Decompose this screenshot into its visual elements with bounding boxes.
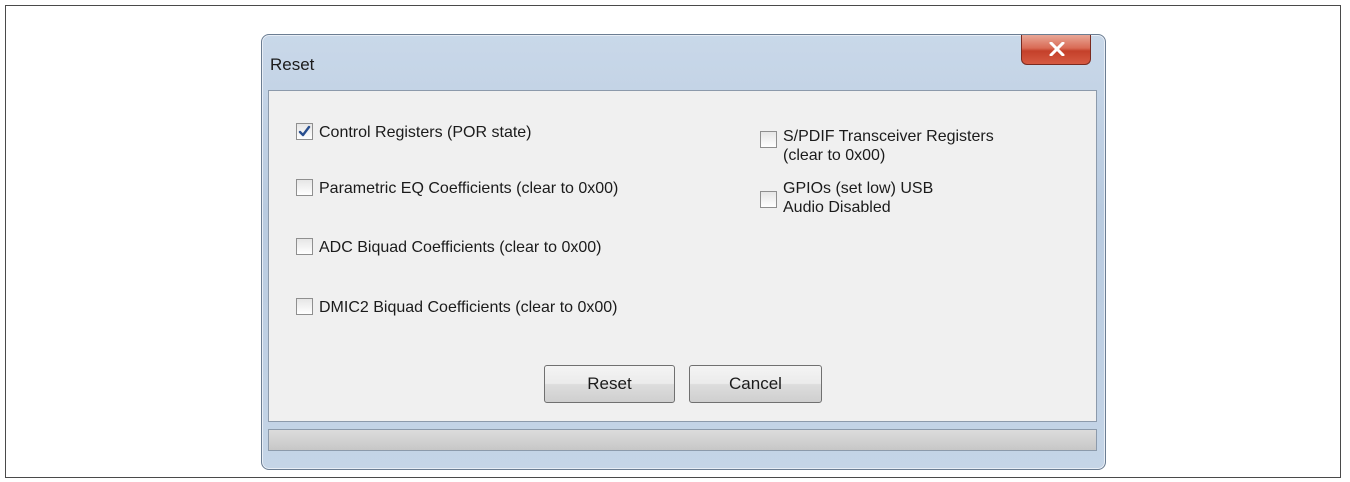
- spdif-label-line2: (clear to 0x00): [783, 147, 886, 164]
- dmic2-biquad-checkbox[interactable]: [296, 298, 313, 315]
- reset-dialog: Reset Control Registers (POR state) Para…: [261, 34, 1106, 470]
- gpios-label: GPIOs (set low) USB Audio Disabled: [783, 179, 933, 217]
- spdif-label-line1: S/PDIF Transceiver Registers: [783, 128, 994, 145]
- spdif-registers-checkbox[interactable]: [760, 131, 777, 148]
- spdif-registers-label: S/PDIF Transceiver Registers (clear to 0…: [783, 127, 994, 165]
- parametric-eq-option[interactable]: Parametric EQ Coefficients (clear to 0x0…: [296, 179, 618, 199]
- gpios-label-line1: GPIOs (set low) USB: [783, 180, 934, 197]
- dialog-client-area: Control Registers (POR state) Parametric…: [268, 90, 1097, 422]
- reset-button[interactable]: Reset: [544, 365, 675, 403]
- dmic2-biquad-option[interactable]: DMIC2 Biquad Coefficients (clear to 0x00…: [296, 298, 618, 318]
- close-icon: [1049, 42, 1065, 56]
- close-button[interactable]: [1021, 35, 1091, 65]
- dialog-title: Reset: [270, 55, 315, 74]
- gpios-checkbox[interactable]: [760, 191, 777, 208]
- control-registers-option[interactable]: Control Registers (POR state): [296, 123, 532, 143]
- control-registers-label: Control Registers (POR state): [319, 124, 532, 141]
- adc-biquad-label: ADC Biquad Coefficients (clear to 0x00): [319, 239, 602, 256]
- gpios-option[interactable]: GPIOs (set low) USB Audio Disabled: [760, 179, 933, 217]
- adc-biquad-option[interactable]: ADC Biquad Coefficients (clear to 0x00): [296, 238, 602, 258]
- figure-frame: Reset Control Registers (POR state) Para…: [5, 5, 1341, 478]
- spdif-registers-option[interactable]: S/PDIF Transceiver Registers (clear to 0…: [760, 127, 994, 165]
- cancel-button[interactable]: Cancel: [689, 365, 822, 403]
- gpios-label-line2: Audio Disabled: [783, 199, 891, 216]
- parametric-eq-label: Parametric EQ Coefficients (clear to 0x0…: [319, 180, 619, 197]
- adc-biquad-checkbox[interactable]: [296, 238, 313, 255]
- dmic2-biquad-label: DMIC2 Biquad Coefficients (clear to 0x00…: [319, 299, 618, 316]
- parametric-eq-checkbox[interactable]: [296, 179, 313, 196]
- checkmark-icon: [298, 125, 311, 137]
- title-bar[interactable]: Reset: [262, 35, 1105, 89]
- control-registers-checkbox[interactable]: [296, 123, 313, 140]
- status-bar: [268, 429, 1097, 451]
